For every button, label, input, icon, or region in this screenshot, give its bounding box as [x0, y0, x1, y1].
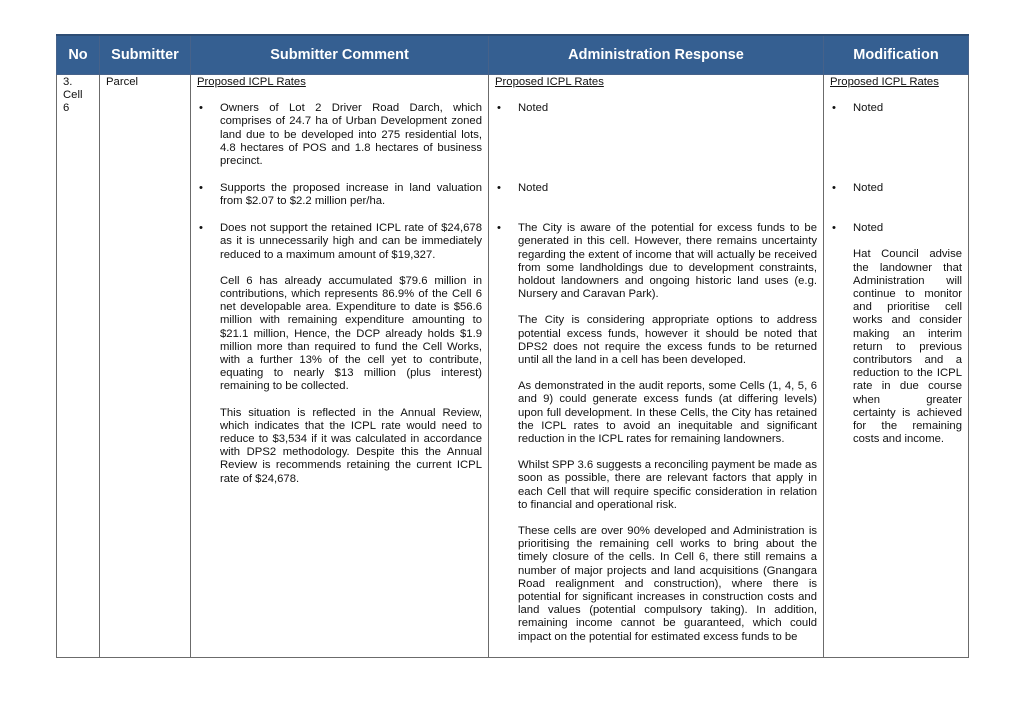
- header-submitter: Submitter: [99, 34, 191, 75]
- cell-no: 3. Cell 6: [56, 74, 100, 658]
- header-submitter-comment: Submitter Comment: [190, 34, 489, 75]
- bullet-icon: •: [199, 182, 203, 195]
- cell-submitter-comment: Proposed ICPL Rates • Owners of Lot 2 Dri…: [190, 74, 489, 658]
- bullet-text: Supports the proposed increase in land v…: [220, 182, 482, 208]
- header-modification: Modification: [823, 34, 969, 75]
- table-header-row: No Submitter Submitter Comment Administr…: [56, 34, 969, 75]
- bullet-text: Noted: [853, 222, 884, 235]
- bullet-item: • Noted: [830, 182, 962, 195]
- comment-heading: Proposed ICPL Rates: [197, 76, 306, 88]
- list-item: • Noted: [830, 102, 962, 182]
- list-item: • Noted: [495, 102, 817, 182]
- paragraph: Cell 6 has already accumulated $79.6 mil…: [220, 274, 482, 393]
- list-item: • Supports the proposed increase in land …: [197, 182, 482, 222]
- bullet-icon: •: [497, 182, 501, 195]
- cell-label: Cell: [63, 89, 83, 102]
- bullet-text: Does not support the retained ICPL rate …: [220, 222, 482, 261]
- bullet-icon: •: [497, 102, 501, 115]
- bullet-icon: •: [832, 182, 836, 195]
- list-item: • Noted: [830, 182, 962, 222]
- bullet-icon: •: [497, 222, 501, 235]
- bullet-item: • Supports the proposed increase in land …: [197, 182, 482, 208]
- cell-number: 6: [63, 102, 70, 115]
- bullet-item: • Noted: [830, 102, 962, 115]
- cell-administration-response: Proposed ICPL Rates • Noted • Noted • The Cit…: [488, 74, 824, 658]
- cell-modification: Proposed ICPL Rates • Noted • Noted • Noted Ha…: [823, 74, 969, 658]
- comment-items: • Owners of Lot 2 Driver Road Darch, whic…: [197, 102, 482, 486]
- admin-items: • Noted • Noted • The City is aware of the po…: [495, 102, 817, 644]
- paragraph: Hat Council advise the landowner that Ad…: [853, 248, 962, 446]
- bullet-item: • The City is aware of the potential for …: [495, 222, 817, 301]
- paragraph: Whilst SPP 3.6 suggests a reconciling pa…: [518, 459, 817, 511]
- bullet-item: • Noted: [495, 102, 817, 115]
- list-item: • Noted: [495, 182, 817, 222]
- bullet-text: Noted: [853, 102, 884, 115]
- bullet-text: Noted: [518, 102, 549, 115]
- bullet-item: • Owners of Lot 2 Driver Road Darch, whic…: [197, 102, 482, 168]
- paragraph: The City is considering appropriate opti…: [518, 314, 817, 367]
- list-item: • Noted Hat Council advise the landowner t…: [830, 222, 962, 446]
- table-row: 3. Cell 6 Parcel Proposed ICPL Rates • Ow…: [56, 74, 969, 658]
- header-administration-response: Administration Response: [488, 34, 824, 75]
- bullet-item: • Noted: [495, 182, 817, 195]
- bullet-text: Noted: [518, 182, 549, 195]
- submitter-name: Parcel: [106, 76, 139, 88]
- bullet-text: The City is aware of the potential for e…: [518, 222, 817, 301]
- admin-heading: Proposed ICPL Rates: [495, 76, 604, 88]
- bullet-icon: •: [832, 102, 836, 115]
- list-item: • The City is aware of the potential for …: [495, 222, 817, 644]
- bullet-icon: •: [832, 222, 836, 235]
- modification-heading: Proposed ICPL Rates: [830, 76, 939, 88]
- bullet-item: • Noted: [830, 222, 962, 235]
- submissions-table: No Submitter Submitter Comment Administr…: [56, 34, 969, 658]
- header-no: No: [56, 34, 100, 75]
- row-number: 3.: [63, 76, 73, 88]
- list-item: • Does not support the retained ICPL rate…: [197, 222, 482, 486]
- bullet-icon: •: [199, 102, 203, 115]
- paragraph: This situation is reflected in the Annua…: [220, 406, 482, 485]
- paragraph: These cells are over 90% developed and A…: [518, 525, 817, 643]
- bullet-text: Owners of Lot 2 Driver Road Darch, which…: [220, 102, 482, 168]
- bullet-text: Noted: [853, 182, 884, 195]
- list-item: • Owners of Lot 2 Driver Road Darch, whic…: [197, 102, 482, 182]
- bullet-item: • Does not support the retained ICPL rate…: [197, 222, 482, 262]
- bullet-icon: •: [199, 222, 203, 235]
- modification-items: • Noted • Noted • Noted Hat Council advise the…: [830, 102, 962, 446]
- cell-submitter: Parcel: [99, 74, 191, 658]
- paragraph: As demonstrated in the audit reports, so…: [518, 380, 817, 446]
